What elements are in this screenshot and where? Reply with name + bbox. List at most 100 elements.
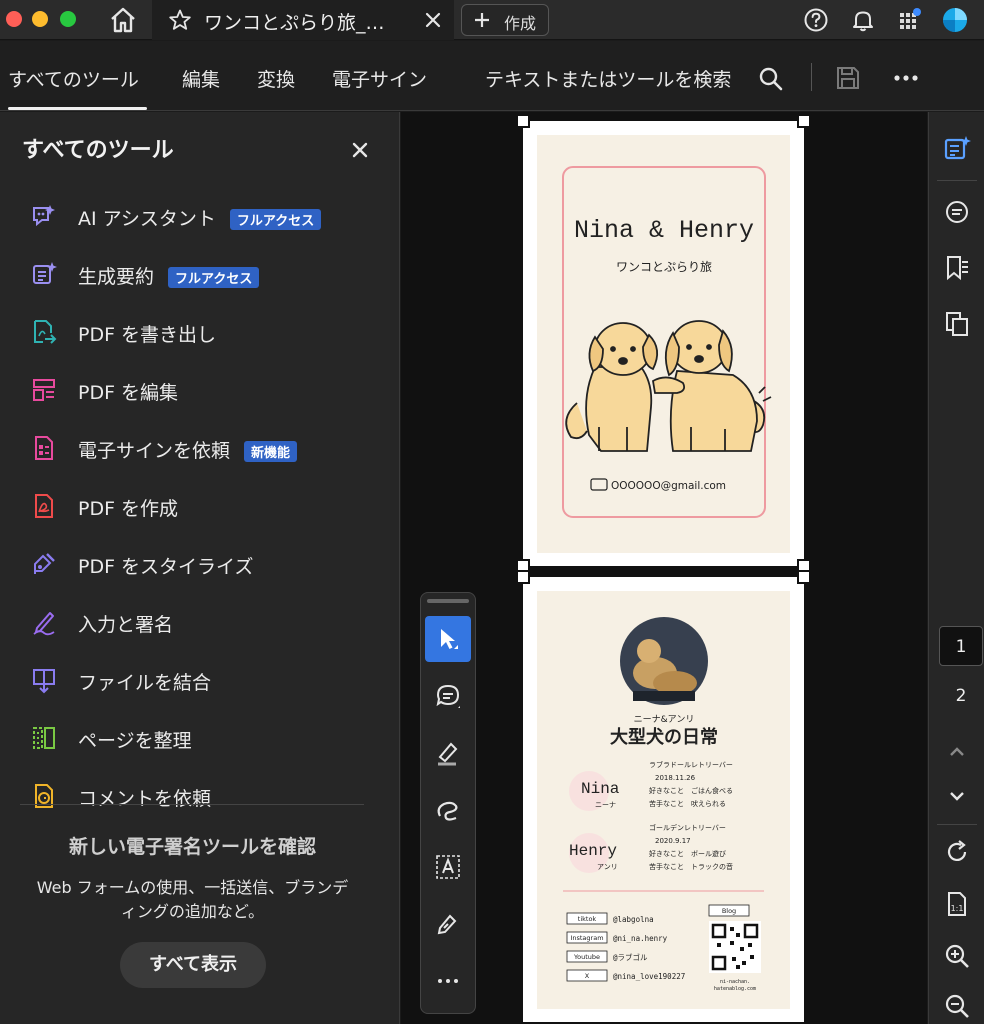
tool-label: コメントを依頼 [78,788,212,810]
tool-request-esign[interactable]: 電子サインを依頼 新機能 [30,428,370,468]
comments-panel-icon[interactable] [943,198,971,226]
tab-esign[interactable]: 電子サイン [332,65,427,92]
drag-handle[interactable] [427,599,469,603]
organize-pages-icon [33,727,55,749]
page-1[interactable]: Nina & Henry ワンコとぷらり旅 OOOOOO@gmail.com [516,114,811,573]
zoom-out-icon[interactable] [943,992,971,1020]
dog-likes: 好きなこと ボール遊び [649,849,726,858]
chevron-down-icon[interactable] [943,782,971,810]
dog-name: Henry [569,842,617,860]
blog-label: Blog [722,907,736,915]
tool-request-comments[interactable]: コメントを依頼 [30,776,370,816]
search-tools-label[interactable]: テキストまたはツールを検索 [485,65,731,92]
close-icon[interactable] [424,11,442,29]
selection-handle[interactable] [516,114,530,128]
tool-stylize-pdf[interactable]: PDF をスタイライズ [30,544,370,584]
tool-label: 入力と署名 [78,614,174,636]
dog-breed: ラブラドールレトリーバー [649,760,733,769]
ai-assistant-icon [33,205,55,227]
tool-export-pdf[interactable]: PDF を書き出し [30,312,370,352]
add-text-icon [436,855,460,879]
panel-divider [20,804,364,805]
promo-text: Web フォームの使用、一括送信、ブランディングの追加など。 [36,878,349,921]
dog-likes: 好きなこと ごはん食べる [649,786,733,795]
home-icon[interactable] [108,5,138,35]
tool-fill-and-sign[interactable]: 入力と署名 [30,602,370,642]
tool-label: ページを整理 [78,730,192,752]
tool-combine-files[interactable]: ファイルを結合 [30,660,370,700]
tool-label: ファイルを結合 [78,672,212,694]
tab-all-tools[interactable]: すべてのツール [8,65,139,92]
qr-code-icon [709,921,761,973]
generative-summary-icon[interactable] [943,134,971,162]
tab-title: ワンコとぷらり旅_… [204,12,385,34]
page-2[interactable]: ニーナ&アンリ 大型犬の日常 Nina ニーナ ラブラドールレトリーバー 201… [516,570,811,1022]
page-2-card: ニーナ&アンリ 大型犬の日常 Nina ニーナ ラブラドールレトリーバー 201… [537,591,790,1009]
zoom-in-icon[interactable] [943,942,971,970]
selection-handle[interactable] [797,114,811,128]
more-tools-button[interactable] [425,958,471,1004]
apps-grid-icon[interactable] [897,7,923,33]
combine-files-icon [33,669,55,694]
show-all-button[interactable]: すべて表示 [120,942,266,988]
tab-convert[interactable]: 変換 [257,65,295,92]
close-window-button[interactable] [6,11,22,27]
social-handle: @ラブゴル [613,952,648,962]
tool-label: 生成要約 [78,266,155,288]
actual-size-icon[interactable]: 1:1 [943,890,971,918]
social-handle: @ni_na.henry [613,934,668,943]
selection-handle[interactable] [797,570,811,584]
social-platform: tiktok [578,915,597,923]
dogs-illustration [565,320,772,452]
document-tab[interactable]: ワンコとぷらり旅_… [152,0,454,40]
page-number-next[interactable]: 2 [939,676,983,716]
minimize-window-button[interactable] [32,11,48,27]
selection-handle[interactable] [516,570,530,584]
request-esign-icon [35,436,53,460]
create-label: 作成 [504,14,537,33]
chevron-up-icon[interactable] [943,738,971,766]
tool-generative-summary[interactable]: 生成要約 フルアクセス [30,254,370,294]
star-icon[interactable] [168,8,192,32]
maximize-window-button[interactable] [60,11,76,27]
page2-kicker: ニーナ&アンリ [634,714,695,725]
search-icon[interactable] [758,66,784,92]
blog-url: ni-nachan. [720,979,750,985]
dog-breed: ゴールデンレトリーバー [649,823,726,832]
create-button[interactable]: 作成 [461,4,549,36]
tool-create-pdf[interactable]: PDF を作成 [30,486,370,526]
page-number-current[interactable]: 1 [939,626,983,666]
edit-pdf-icon [33,379,55,401]
toolbar-nav: すべてのツール 編集 変換 電子サイン テキストまたはツールを検索 [0,41,984,111]
draw-tool-button[interactable] [425,787,471,833]
highlight-tool-button[interactable] [425,730,471,776]
bell-icon[interactable] [850,7,876,33]
save-icon[interactable] [835,65,861,91]
plus-icon [475,13,489,27]
tool-ai-assistant[interactable]: AI アシスタント フルアクセス [30,196,370,236]
tool-edit-pdf[interactable]: PDF を編集 [30,370,370,410]
card-subtitle: ワンコとぷらり旅 [616,260,712,274]
select-tool-button[interactable] [425,616,471,662]
rotate-icon[interactable] [943,838,971,866]
help-icon[interactable] [803,7,829,33]
comment-tool-button[interactable] [425,673,471,719]
tab-edit[interactable]: 編集 [182,65,220,92]
toolbar-divider [811,63,812,91]
title-bar: ワンコとぷらり旅_… 作成 [0,0,984,40]
page-thumbnails-icon[interactable] [943,310,971,338]
close-panel-icon[interactable] [352,142,368,158]
highlighter-icon [438,742,458,766]
user-avatar[interactable] [942,7,968,33]
tool-organize-pages[interactable]: ページを整理 [30,718,370,758]
export-pdf-icon [34,320,57,344]
social-platform: Youtube [573,953,600,961]
new-feature-badge: 新機能 [244,441,298,462]
dog-dislikes: 苦手なこと 吠えられる [649,799,726,808]
panel-title: すべてのツール [22,138,174,163]
text-tool-button[interactable] [425,844,471,890]
bookmarks-icon[interactable] [943,254,971,282]
sign-tool-button[interactable] [425,901,471,947]
more-options-icon[interactable] [893,65,919,91]
page-1-artwork: Nina & Henry ワンコとぷらり旅 OOOOOO@gmail.com [562,166,772,518]
